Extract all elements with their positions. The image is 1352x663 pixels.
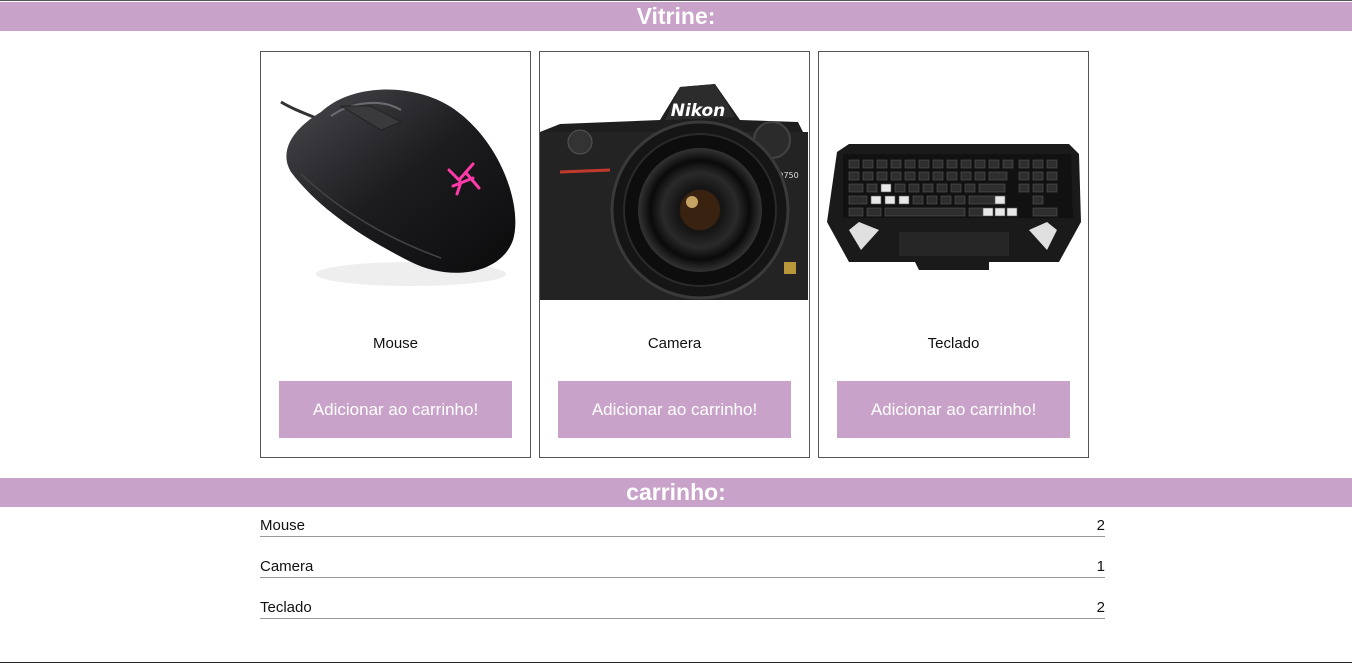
cart-item-quantity: 1 xyxy=(1096,558,1105,575)
add-to-cart-button[interactable]: Adicionar ao carrinho! xyxy=(837,381,1070,438)
cart-row: Camera 1 xyxy=(260,557,1105,578)
product-card-keyboard: Teclado Adicionar ao carrinho! xyxy=(818,51,1089,458)
product-name: Teclado xyxy=(927,335,980,352)
page: Vitrine: Mouse Adicionar ao carrinho! Ni… xyxy=(0,0,1352,663)
cart-item-name: Camera xyxy=(260,558,314,575)
product-name: Camera xyxy=(647,335,702,352)
cart-row: Teclado 2 xyxy=(260,598,1105,619)
cart-item-quantity: 2 xyxy=(1096,517,1105,534)
vitrine-title: Vitrine: xyxy=(0,2,1352,31)
product-name: Mouse xyxy=(372,335,419,352)
product-card-mouse: Mouse Adicionar ao carrinho! xyxy=(260,51,531,458)
keyboard-image xyxy=(819,62,1088,322)
cart-item-quantity: 2 xyxy=(1096,599,1105,616)
cart-row: Mouse 2 xyxy=(260,516,1105,537)
add-to-cart-button[interactable]: Adicionar ao carrinho! xyxy=(558,381,791,438)
mouse-image xyxy=(261,62,530,322)
camera-brand-text: Nikon xyxy=(671,101,726,121)
camera-icon: Nikon D750 xyxy=(540,84,808,300)
keyboard-icon xyxy=(827,144,1081,270)
camera-image: Nikon D750 xyxy=(540,62,809,322)
mouse-icon xyxy=(280,89,516,286)
add-to-cart-button[interactable]: Adicionar ao carrinho! xyxy=(279,381,512,438)
cart-item-name: Teclado xyxy=(260,599,312,616)
cart-item-name: Mouse xyxy=(260,517,306,534)
carrinho-title: carrinho: xyxy=(0,478,1352,507)
product-card-camera: Nikon D750 Camera Adicionar ao carrinho! xyxy=(539,51,810,458)
